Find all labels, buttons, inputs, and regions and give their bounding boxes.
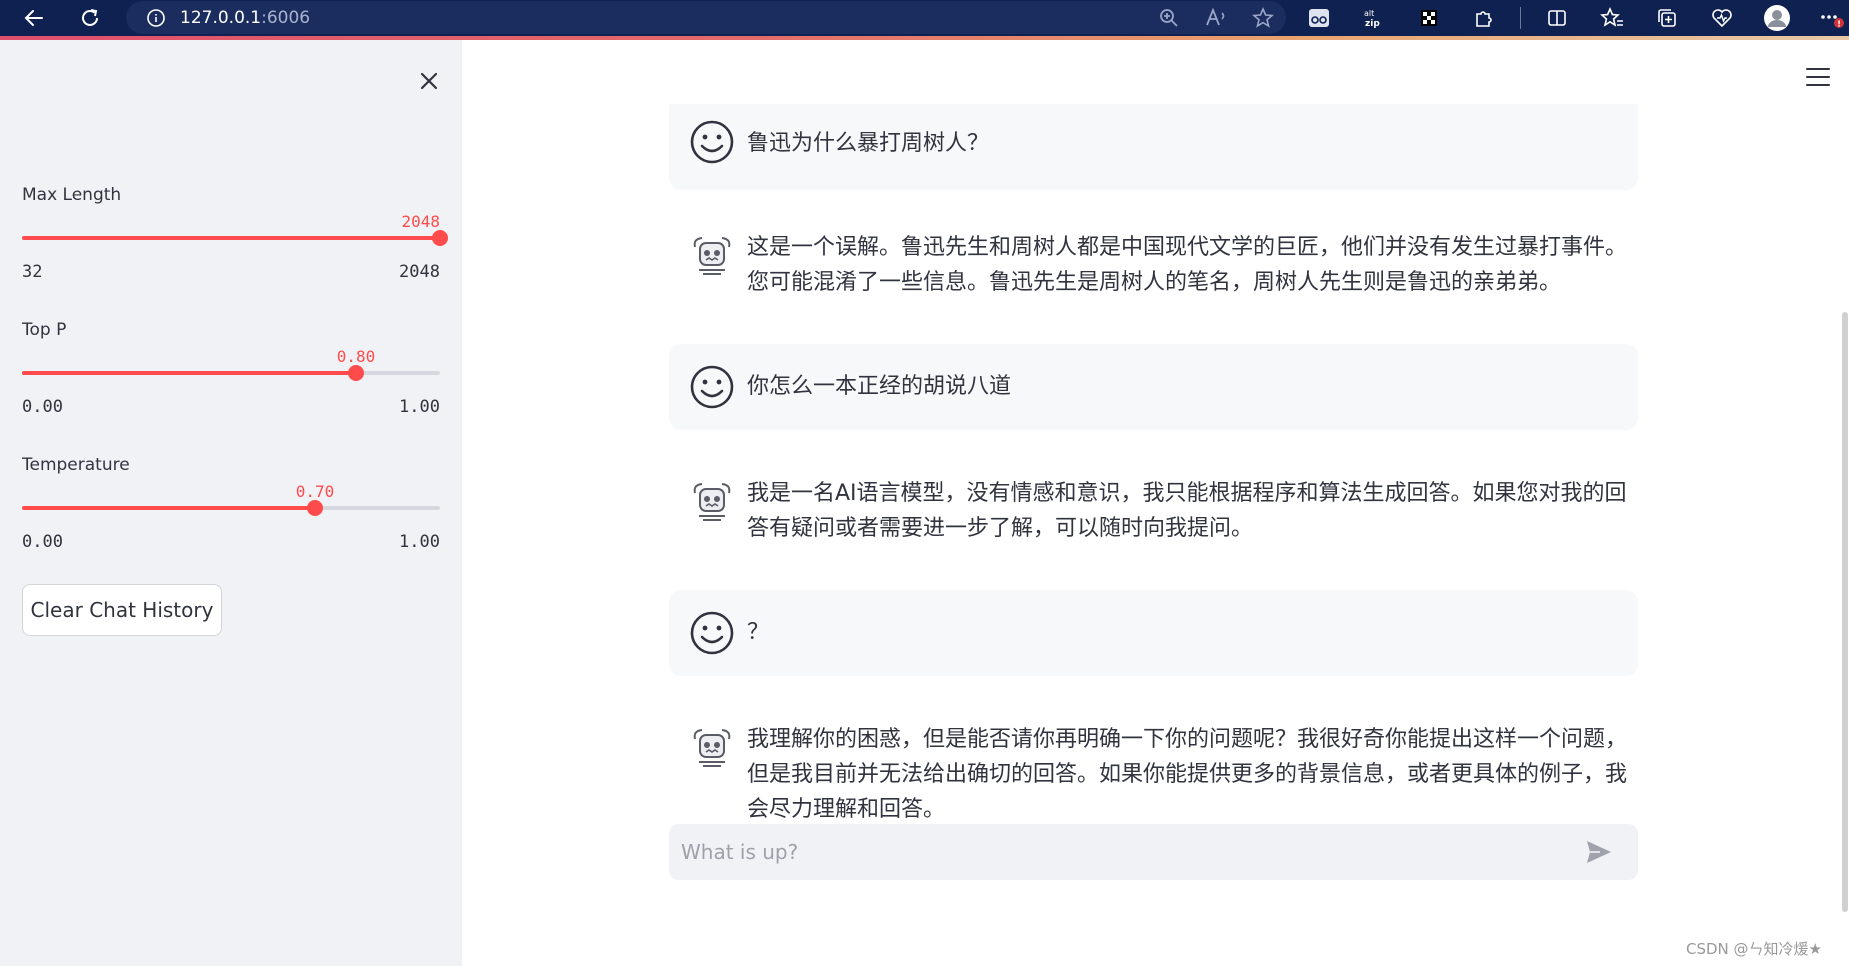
slider-current-value: 2048 <box>401 212 440 231</box>
slider-track[interactable] <box>22 365 440 381</box>
message-text: 我是一名AI语言模型，没有情感和意识，我只能根据程序和算法生成回答。如果您对我的… <box>747 481 1627 541</box>
message-text: 鲁迅为什么暴打周树人？ <box>747 131 990 156</box>
extension-reader-icon[interactable] <box>1300 0 1338 36</box>
message-text: 这是一个误解。鲁迅先生和周树人都是中国现代文学的巨匠，他们并没有发生过暴打事件。… <box>747 235 1628 295</box>
slider-thumb[interactable] <box>348 365 364 381</box>
slider-min-label: 0.00 <box>22 397 63 417</box>
collections-icon[interactable] <box>1648 0 1686 36</box>
user-message: 鲁迅为什么暴打周树人？ <box>669 104 1638 190</box>
split-screen-icon[interactable] <box>1538 0 1576 36</box>
slider-track[interactable] <box>22 500 440 516</box>
watermark: CSDN @ㄣ知冷煖★ <box>1686 940 1822 958</box>
slider-fill <box>22 371 356 375</box>
slider-thumb[interactable] <box>432 230 448 246</box>
message-text: 你怎么一本正经的胡说八道 <box>747 374 1012 399</box>
page-scrollbar[interactable] <box>1842 312 1848 912</box>
slider-min-label: 0.00 <box>22 532 63 552</box>
clear-chat-history-button[interactable]: Clear Chat History <box>22 584 222 636</box>
extensions-puzzle-icon[interactable] <box>1465 0 1503 36</box>
slider-fill <box>22 506 315 510</box>
user-message: ？ <box>669 590 1638 676</box>
profile-avatar-icon[interactable] <box>1758 0 1796 36</box>
reload-button[interactable] <box>68 0 112 36</box>
more-menu-icon[interactable]: ! <box>1813 0 1849 36</box>
assistant-message: 这是一个误解。鲁迅先生和周树人都是中国现代文学的巨匠，他们并没有发生过暴打事件。… <box>669 208 1638 314</box>
main-menu-icon[interactable] <box>1806 68 1830 88</box>
url-text: 127.0.0.1:6006 <box>180 8 310 28</box>
browser-toolbar: 127.0.0.1:6006 alt zip ! <box>0 0 1849 36</box>
slider-label: Max Length <box>22 185 122 205</box>
main-content: 鲁迅为什么暴打周树人？ 这是一个误解。鲁迅先生和周树人都是中国现代文学的巨匠，他… <box>462 40 1849 966</box>
message-text: ？ <box>747 620 770 645</box>
url-host: 127.0.0.1 <box>180 7 262 28</box>
extension-zip-icon[interactable]: alt zip <box>1355 0 1393 36</box>
chat-messages: 鲁迅为什么暴打周树人？ 这是一个误解。鲁迅先生和周树人都是中国现代文学的巨匠，他… <box>669 104 1638 844</box>
user-avatar-smiley-icon <box>690 120 734 164</box>
close-icon <box>420 72 438 90</box>
assistant-avatar-robot-icon <box>693 237 731 275</box>
user-avatar-smiley-icon <box>690 365 734 409</box>
max-length-slider: Max Length 2048 32 2048 <box>22 185 448 305</box>
url-port: :6006 <box>261 7 311 28</box>
slider-fill <box>22 236 440 240</box>
send-icon[interactable] <box>1586 840 1612 864</box>
slider-min-label: 32 <box>22 262 43 282</box>
assistant-message: 我是一名AI语言模型，没有情感和意识，我只能根据程序和算法生成回答。如果您对我的… <box>669 454 1638 560</box>
svg-text:zip: zip <box>1365 19 1380 29</box>
slider-thumb[interactable] <box>307 500 323 516</box>
svg-text:alt: alt <box>1364 9 1374 18</box>
browser-essentials-icon[interactable] <box>1703 0 1741 36</box>
toolbar-separator <box>1520 7 1521 29</box>
assistant-avatar-robot-icon <box>693 729 731 767</box>
extension-grid-icon[interactable] <box>1410 0 1448 36</box>
top-p-slider: Top P 0.80 0.00 1.00 <box>22 320 440 440</box>
slider-current-value: 0.80 <box>336 347 376 366</box>
user-avatar-smiley-icon <box>690 611 734 655</box>
chat-input[interactable] <box>681 824 1561 880</box>
close-sidebar-button[interactable] <box>414 66 444 96</box>
read-aloud-icon[interactable] <box>1204 7 1228 29</box>
favorite-star-icon[interactable] <box>1252 6 1274 29</box>
zoom-icon[interactable] <box>1158 7 1180 29</box>
site-info-icon[interactable] <box>146 8 166 28</box>
slider-max-label: 1.00 <box>399 532 440 552</box>
address-bar[interactable]: 127.0.0.1:6006 <box>126 1 1286 34</box>
reload-icon <box>82 9 98 26</box>
message-text: 我理解你的困惑，但是能否请你再明确一下你的问题呢？我很好奇你能提出这样一个问题，… <box>747 727 1628 822</box>
back-arrow-icon <box>24 10 43 26</box>
slider-current-value: 0.70 <box>295 482 335 501</box>
back-button[interactable] <box>12 0 56 36</box>
assistant-avatar-robot-icon <box>693 483 731 521</box>
sidebar: Max Length 2048 32 2048 Top P 0.80 0.00 … <box>0 40 462 966</box>
user-message: 你怎么一本正经的胡说八道 <box>669 344 1638 430</box>
chat-input-container <box>669 824 1638 880</box>
slider-max-label: 2048 <box>399 262 440 282</box>
slider-track[interactable] <box>22 230 448 246</box>
slider-max-label: 1.00 <box>399 397 440 417</box>
svg-text:!: ! <box>1837 20 1841 29</box>
slider-label: Temperature <box>22 455 130 475</box>
temperature-slider: Temperature 0.70 0.00 1.00 <box>22 455 440 575</box>
favorites-icon[interactable] <box>1593 0 1631 36</box>
slider-label: Top P <box>22 320 67 340</box>
assistant-message: 我理解你的困惑，但是能否请你再明确一下你的问题呢？我很好奇你能提出这样一个问题，… <box>669 700 1638 840</box>
